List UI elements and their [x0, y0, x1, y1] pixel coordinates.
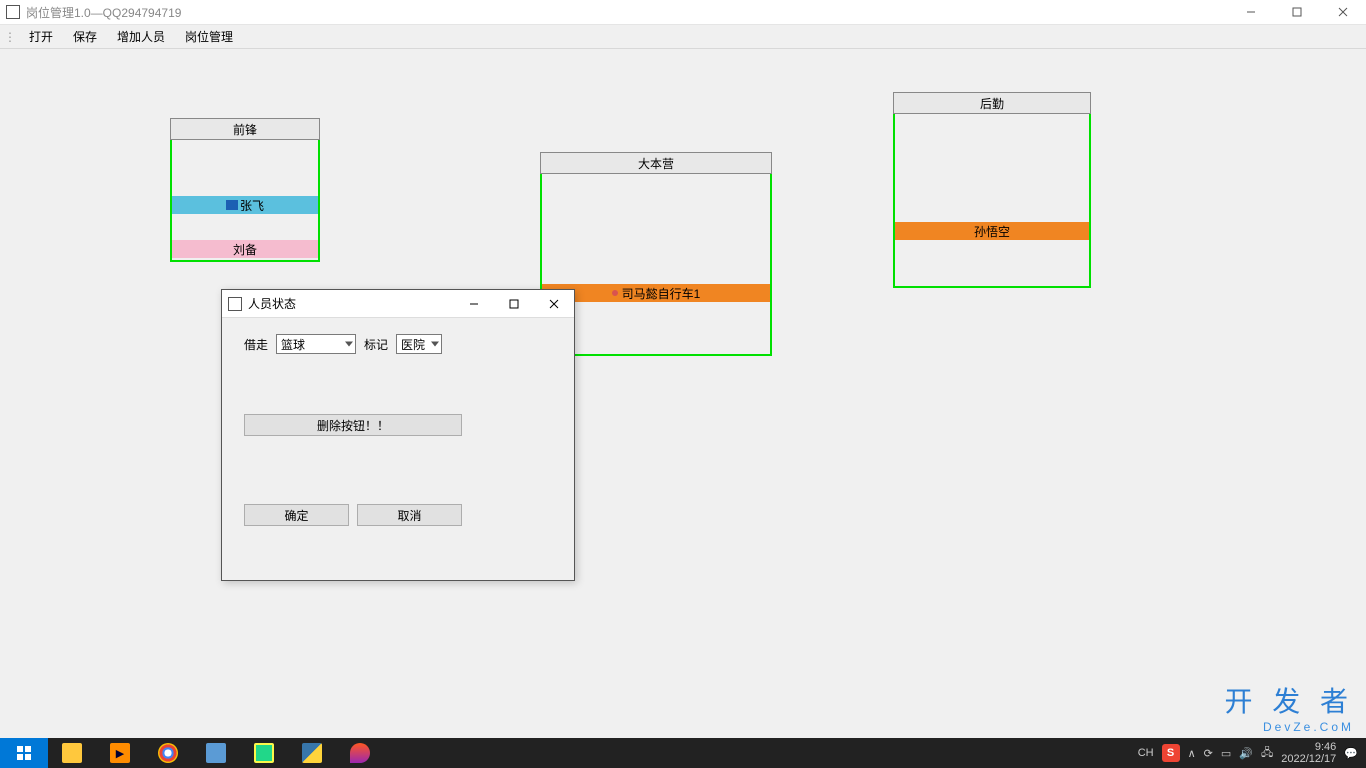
person-name: 刘备 [233, 241, 257, 258]
cancel-button[interactable]: 取消 [357, 504, 462, 526]
system-tray: CH S ∧ ⟳ ▭ 🔊 🖧 9:46 2022/12/17 💬 [1138, 741, 1366, 765]
menu-save[interactable]: 保存 [63, 25, 107, 48]
tray-notification-icon[interactable]: 💬 [1344, 747, 1358, 760]
menubar: ⋮ 打开 保存 增加人员 岗位管理 [0, 25, 1366, 49]
tray-date: 2022/12/17 [1281, 753, 1336, 765]
person-name: 张飞 [240, 197, 264, 214]
tray-time: 9:46 [1281, 741, 1336, 753]
label-mark: 标记 [364, 336, 388, 353]
tray-clock[interactable]: 9:46 2022/12/17 [1281, 741, 1336, 765]
taskbar: ▶ CH S ∧ ⟳ ▭ 🔊 🖧 9:46 2022/12/17 💬 [0, 738, 1366, 768]
taskbar-media[interactable]: ▶ [96, 738, 144, 768]
canvas[interactable]: 前锋张飞刘备 大本营司马懿自行车1 后勤孙悟空 人员状态 借走 篮球 标记 医院 [0, 49, 1366, 738]
watermark-main: 开 发 者 [1224, 686, 1354, 717]
delete-button[interactable]: 删除按钮！！ [244, 414, 462, 436]
app-icon [6, 5, 20, 19]
tray-sync-icon[interactable]: ⟳ [1204, 747, 1213, 760]
taskbar-python[interactable] [288, 738, 336, 768]
chevron-down-icon [431, 342, 439, 347]
dialog-maximize-button[interactable] [494, 290, 534, 318]
minimize-button[interactable] [1228, 0, 1274, 25]
maximize-button[interactable] [1274, 0, 1320, 25]
taskbar-pycharm[interactable] [240, 738, 288, 768]
window-controls [1228, 0, 1366, 25]
person-row[interactable]: 刘备 [172, 240, 318, 258]
combo-mark[interactable]: 医院 [396, 334, 442, 354]
person-status-icon [612, 290, 618, 296]
dialog-minimize-button[interactable] [454, 290, 494, 318]
combo-borrow-value: 篮球 [281, 336, 305, 353]
menu-manage-positions[interactable]: 岗位管理 [175, 25, 243, 48]
tray-battery-icon[interactable]: ▭ [1221, 747, 1231, 760]
tray-volume-icon[interactable]: 🔊 [1239, 747, 1253, 760]
dialog-body: 借走 篮球 标记 医院 删除按钮！！ 确定 取消 [222, 318, 574, 542]
tray-sogou-icon[interactable]: S [1162, 744, 1180, 762]
watermark-sub: DevZe.CoM [1224, 720, 1354, 734]
person-status-dialog: 人员状态 借走 篮球 标记 医院 删除按钮！！ 确定 取消 [221, 289, 575, 581]
person-row[interactable]: 张飞 [172, 196, 318, 214]
position-body: 张飞刘备 [170, 140, 320, 262]
person-name: 司马懿自行车1 [622, 285, 701, 302]
position-body: 孙悟空 [893, 114, 1091, 288]
tray-ime-label[interactable]: CH [1138, 747, 1154, 759]
ok-button[interactable]: 确定 [244, 504, 349, 526]
dialog-close-button[interactable] [534, 290, 574, 318]
taskbar-notepad[interactable] [192, 738, 240, 768]
taskbar-chrome[interactable] [144, 738, 192, 768]
chevron-down-icon [345, 342, 353, 347]
combo-mark-value: 医院 [401, 336, 425, 353]
position-card-forward[interactable]: 前锋张飞刘备 [170, 118, 320, 262]
person-row[interactable]: 司马懿自行车1 [542, 284, 770, 302]
start-button[interactable] [0, 738, 48, 768]
taskbar-flame[interactable] [336, 738, 384, 768]
dialog-app-icon [228, 297, 242, 311]
position-header[interactable]: 前锋 [170, 118, 320, 140]
menu-add-person[interactable]: 增加人员 [107, 25, 175, 48]
taskbar-explorer[interactable] [48, 738, 96, 768]
dialog-titlebar[interactable]: 人员状态 [222, 290, 574, 318]
menu-open[interactable]: 打开 [19, 25, 63, 48]
tray-chevron-icon[interactable]: ∧ [1188, 747, 1196, 760]
position-card-logistics[interactable]: 后勤孙悟空 [893, 92, 1091, 288]
person-name: 孙悟空 [974, 223, 1010, 240]
main-titlebar: 岗位管理1.0—QQ294794719 [0, 0, 1366, 25]
position-header[interactable]: 后勤 [893, 92, 1091, 114]
watermark: 开 发 者 DevZe.CoM [1224, 680, 1354, 734]
tray-network-icon[interactable]: 🖧 [1261, 744, 1273, 763]
window-title: 岗位管理1.0—QQ294794719 [26, 4, 1228, 21]
position-header[interactable]: 大本营 [540, 152, 772, 174]
person-row[interactable]: 孙悟空 [895, 222, 1089, 240]
label-borrow: 借走 [244, 336, 268, 353]
combo-borrow[interactable]: 篮球 [276, 334, 356, 354]
close-button[interactable] [1320, 0, 1366, 25]
menu-grip: ⋮ [4, 30, 15, 44]
person-marker-icon [226, 200, 238, 210]
dialog-title: 人员状态 [248, 295, 454, 312]
